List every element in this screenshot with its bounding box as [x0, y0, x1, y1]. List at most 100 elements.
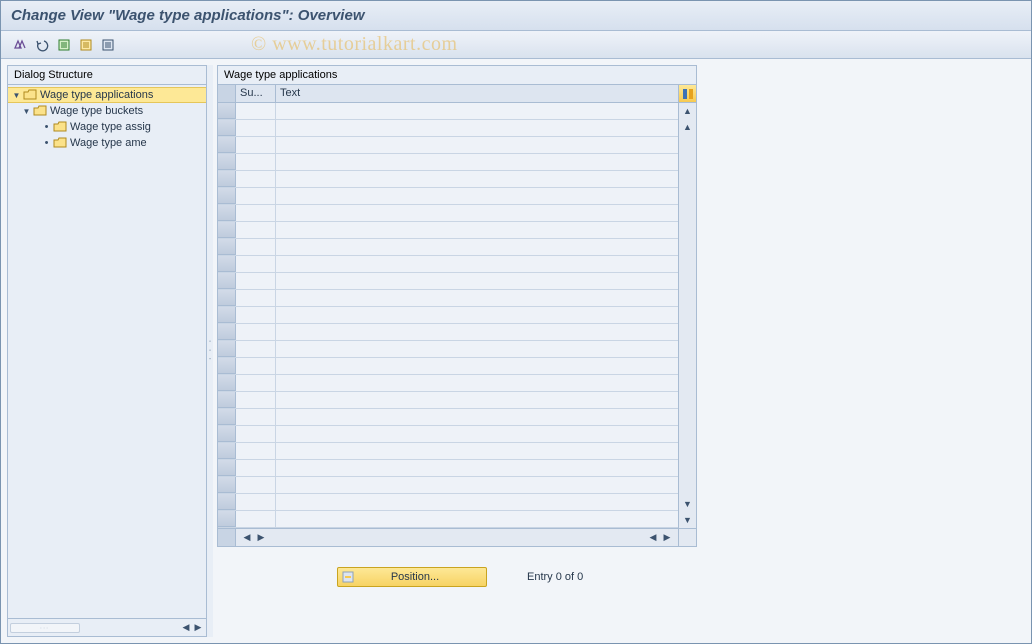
table-row[interactable] [218, 324, 678, 341]
cell-text[interactable] [276, 307, 678, 323]
cell-su[interactable] [236, 443, 276, 459]
cell-su[interactable] [236, 239, 276, 255]
cell-text[interactable] [276, 341, 678, 357]
scroll-down-icon[interactable]: ▼ [680, 512, 696, 528]
scroll-up-icon[interactable]: ▲ [680, 103, 696, 119]
row-selector[interactable] [218, 290, 236, 306]
cell-text[interactable] [276, 205, 678, 221]
tree-node-wage-type-applications[interactable]: ▼ Wage type applications [8, 87, 206, 103]
table-row[interactable] [218, 443, 678, 460]
row-selector[interactable] [218, 239, 236, 255]
other-view-icon[interactable] [11, 36, 29, 54]
cell-text[interactable] [276, 460, 678, 476]
cell-text[interactable] [276, 239, 678, 255]
scroll-down-icon[interactable]: ▼ [680, 496, 696, 512]
cell-text[interactable] [276, 409, 678, 425]
row-selector[interactable] [218, 409, 236, 425]
table-row[interactable] [218, 154, 678, 171]
cell-text[interactable] [276, 443, 678, 459]
cell-su[interactable] [236, 426, 276, 442]
row-selector[interactable] [218, 375, 236, 391]
cell-su[interactable] [236, 103, 276, 119]
table-row[interactable] [218, 375, 678, 392]
horizontal-scrollbar[interactable]: ◀ ▶ ◀ ▶ [218, 528, 696, 546]
table-row[interactable] [218, 460, 678, 477]
table-row[interactable] [218, 426, 678, 443]
row-selector[interactable] [218, 273, 236, 289]
scroll-up-icon[interactable]: ▲ [680, 119, 696, 135]
table-row[interactable] [218, 273, 678, 290]
row-selector[interactable] [218, 460, 236, 476]
cell-su[interactable] [236, 494, 276, 510]
cell-text[interactable] [276, 358, 678, 374]
scroll-left-icon[interactable]: ◀ [180, 622, 192, 634]
cell-su[interactable] [236, 358, 276, 374]
cell-text[interactable] [276, 392, 678, 408]
new-entries-icon[interactable] [55, 36, 73, 54]
table-row[interactable] [218, 290, 678, 307]
chevron-down-icon[interactable]: ▼ [12, 91, 21, 100]
table-row[interactable] [218, 341, 678, 358]
cell-su[interactable] [236, 392, 276, 408]
copy-icon[interactable] [77, 36, 95, 54]
cell-su[interactable] [236, 205, 276, 221]
row-selector[interactable] [218, 154, 236, 170]
scroll-right-icon[interactable]: ▶ [660, 531, 674, 545]
position-button[interactable]: Position... [337, 567, 487, 587]
row-selector[interactable] [218, 443, 236, 459]
cell-text[interactable] [276, 222, 678, 238]
row-selector[interactable] [218, 511, 236, 527]
cell-su[interactable] [236, 460, 276, 476]
row-selector[interactable] [218, 137, 236, 153]
cell-su[interactable] [236, 188, 276, 204]
table-row[interactable] [218, 171, 678, 188]
row-selector[interactable] [218, 494, 236, 510]
vertical-scrollbar[interactable]: ▲ ▲ ▼ ▼ [678, 103, 696, 528]
cell-su[interactable] [236, 375, 276, 391]
undo-icon[interactable] [33, 36, 51, 54]
table-row[interactable] [218, 239, 678, 256]
cell-text[interactable] [276, 290, 678, 306]
chevron-down-icon[interactable]: ▼ [22, 107, 31, 116]
cell-su[interactable] [236, 290, 276, 306]
scroll-right-icon[interactable]: ▶ [254, 531, 268, 545]
row-selector[interactable] [218, 392, 236, 408]
cell-text[interactable] [276, 154, 678, 170]
cell-text[interactable] [276, 273, 678, 289]
scroll-right-icon[interactable]: ▶ [192, 622, 204, 634]
table-row[interactable] [218, 137, 678, 154]
cell-text[interactable] [276, 171, 678, 187]
row-selector[interactable] [218, 103, 236, 119]
cell-text[interactable] [276, 103, 678, 119]
table-row[interactable] [218, 392, 678, 409]
cell-text[interactable] [276, 511, 678, 527]
cell-text[interactable] [276, 477, 678, 493]
cell-su[interactable] [236, 222, 276, 238]
cell-su[interactable] [236, 511, 276, 527]
row-selector[interactable] [218, 222, 236, 238]
cell-su[interactable] [236, 171, 276, 187]
cell-su[interactable] [236, 409, 276, 425]
cell-text[interactable] [276, 256, 678, 272]
table-row[interactable] [218, 205, 678, 222]
resize-grip[interactable]: ::: [10, 623, 80, 633]
grid-col-su[interactable]: Su... [236, 85, 276, 102]
cell-text[interactable] [276, 324, 678, 340]
scroll-left-icon[interactable]: ◀ [240, 531, 254, 545]
table-row[interactable] [218, 103, 678, 120]
cell-su[interactable] [236, 341, 276, 357]
cell-su[interactable] [236, 154, 276, 170]
row-selector[interactable] [218, 256, 236, 272]
table-row[interactable] [218, 511, 678, 528]
row-selector[interactable] [218, 341, 236, 357]
row-selector[interactable] [218, 171, 236, 187]
table-row[interactable] [218, 358, 678, 375]
table-row[interactable] [218, 494, 678, 511]
table-row[interactable] [218, 409, 678, 426]
cell-text[interactable] [276, 494, 678, 510]
cell-su[interactable] [236, 307, 276, 323]
cell-su[interactable] [236, 137, 276, 153]
cell-text[interactable] [276, 188, 678, 204]
cell-text[interactable] [276, 137, 678, 153]
tree-node-wage-type-amen[interactable]: • Wage type ame [8, 135, 206, 151]
